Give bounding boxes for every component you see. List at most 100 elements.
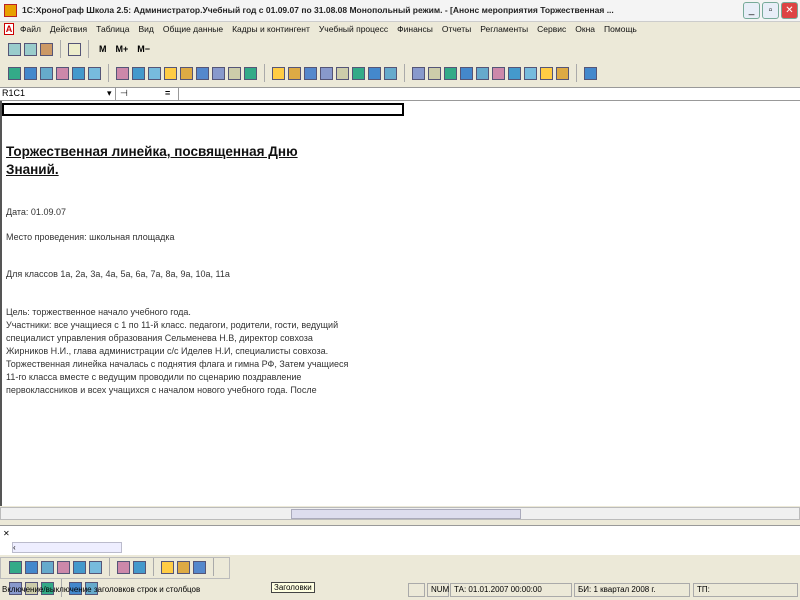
toolbar-button-icon[interactable] — [212, 66, 225, 80]
window-title: 1С:ХроноГраф Школа 2.5: Администратор.Уч… — [22, 5, 614, 15]
toolbar-button-icon[interactable] — [9, 560, 22, 574]
toolbar-button-icon[interactable] — [304, 66, 317, 80]
toolbar-button-icon[interactable] — [193, 560, 206, 574]
memory-add-button[interactable]: M+ — [116, 44, 129, 54]
minimize-button[interactable]: _ — [743, 2, 760, 19]
menu-item[interactable]: Кадры и контингент — [232, 24, 310, 34]
cell-reference: R1C1 — [2, 88, 26, 98]
menu-item[interactable]: Помощь — [604, 24, 637, 34]
toolbar-button-icon[interactable] — [584, 66, 597, 80]
toolbar-button-icon[interactable] — [161, 560, 174, 574]
menu-item[interactable]: Учебный процесс — [319, 24, 388, 34]
formula-equals: = — [165, 88, 171, 98]
toolbar-button-icon[interactable] — [72, 66, 85, 80]
formula-input[interactable] — [178, 88, 798, 100]
menu-item[interactable]: Файл — [20, 24, 41, 34]
status-bar: Включение/выключение заголовков строк и … — [0, 583, 800, 598]
status-hint: Включение/выключение заголовков строк и … — [2, 585, 201, 594]
toolbar-button-icon[interactable] — [508, 66, 521, 80]
scrollbar-thumb[interactable] — [291, 509, 521, 519]
status-num: NUM — [427, 583, 449, 597]
toolbar-button-icon[interactable] — [272, 66, 285, 80]
toolbar-button-icon[interactable] — [244, 66, 257, 80]
toolbar-button-icon[interactable] — [352, 66, 365, 80]
toolbar-button-icon[interactable] — [132, 66, 145, 80]
pin-icon[interactable]: ⊣ — [120, 88, 128, 99]
toolbar-button-icon[interactable] — [117, 560, 130, 574]
chevron-down-icon[interactable]: ▾ — [107, 88, 112, 99]
menu-bar: Файл Действия Таблица Вид Общие данные Кадры … — [0, 22, 800, 36]
toolbar-button-icon[interactable] — [320, 66, 333, 80]
toolbar-button-icon[interactable] — [540, 66, 553, 80]
event-place: Место проведения: школьная площадка — [6, 232, 175, 242]
toolbar-button-icon[interactable] — [444, 66, 457, 80]
notes-icon[interactable] — [40, 42, 53, 56]
close-button[interactable]: ✕ — [781, 2, 798, 19]
toolbar-button-icon[interactable] — [41, 560, 54, 574]
menu-item[interactable]: Отчеты — [442, 24, 471, 34]
toolbar-button-icon[interactable] — [556, 66, 569, 80]
memory-button[interactable]: M — [99, 44, 107, 54]
toolbar-button-icon[interactable] — [116, 66, 129, 80]
toolbar-button-icon[interactable] — [476, 66, 489, 80]
toolbar-button-icon[interactable] — [288, 66, 301, 80]
title-bar: 1С:ХроноГраф Школа 2.5: Администратор.Уч… — [0, 0, 800, 22]
menu-item[interactable]: Финансы — [397, 24, 433, 34]
toolbar-button-icon[interactable] — [89, 560, 102, 574]
toolbar-button-icon[interactable] — [164, 66, 177, 80]
document-heading: Торжественная линейка, посвященная Дню З… — [6, 144, 298, 177]
toolbar-button-icon[interactable] — [148, 66, 161, 80]
toolbar-button-icon[interactable] — [336, 66, 349, 80]
status-tp: ТП: — [693, 583, 798, 597]
scroll-left-icon[interactable]: ‹ — [13, 543, 16, 552]
status-ta: ТА: 01.01.2007 00:00:00 — [450, 583, 572, 597]
book-icon[interactable] — [68, 42, 81, 56]
calculator-icon[interactable] — [8, 42, 21, 56]
menu-item[interactable]: Сервис — [537, 24, 566, 34]
toolbar-button-icon[interactable] — [56, 66, 69, 80]
menu-item[interactable]: Общие данные — [163, 24, 223, 34]
toolbar-button-icon[interactable] — [460, 66, 473, 80]
lower-pane: ✕ ‹ — [0, 525, 800, 555]
calendar-icon[interactable] — [24, 42, 37, 56]
lower-scrollbar[interactable]: ‹ — [12, 542, 122, 553]
toolbar-button-icon[interactable] — [177, 560, 190, 574]
toolbar-button-icon[interactable] — [412, 66, 425, 80]
menu-item[interactable]: Регламенты — [480, 24, 528, 34]
memory-subtract-button[interactable]: M− — [137, 44, 150, 54]
toolbar-button-icon[interactable] — [428, 66, 441, 80]
toolbar-button-icon[interactable] — [384, 66, 397, 80]
toolbar-button-icon[interactable] — [524, 66, 537, 80]
menu-item[interactable]: Вид — [138, 24, 153, 34]
toolbar-button-icon[interactable] — [24, 66, 37, 80]
drawing-toolbar — [0, 557, 230, 597]
toolbar-button-icon[interactable] — [88, 66, 101, 80]
description-line: Торжественная линейка началась с подняти… — [6, 359, 349, 369]
toolbar-button-icon[interactable] — [40, 66, 53, 80]
toolbar-button-icon[interactable] — [8, 66, 21, 80]
formula-bar: R1C1 ▾ ⊣ = — [0, 87, 800, 101]
description-line: 11-го класса вместе с ведущим проводили … — [6, 372, 302, 382]
toolbar-button-icon[interactable] — [180, 66, 193, 80]
spreadsheet-document[interactable]: Торжественная линейка, посвященная Дню З… — [0, 101, 800, 506]
toolbar-button-icon[interactable] — [196, 66, 209, 80]
cell-reference-field[interactable]: R1C1 — [2, 88, 116, 100]
menu-item[interactable]: Таблица — [96, 24, 129, 34]
description-line: Цель: торжественное начало учебного года… — [6, 307, 191, 317]
menu-item[interactable]: Окна — [575, 24, 595, 34]
event-date: Дата: 01.09.07 — [6, 207, 66, 217]
toolbar-button-icon[interactable] — [57, 560, 70, 574]
toolbar-button-icon[interactable] — [492, 66, 505, 80]
maximize-button[interactable]: ▫ — [762, 2, 779, 19]
selected-cell[interactable] — [2, 103, 404, 116]
horizontal-scrollbar[interactable] — [0, 507, 800, 520]
description-line: Жирников Н.И., глава администрации с/с И… — [6, 346, 329, 356]
toolbar-button-icon[interactable] — [73, 560, 86, 574]
menu-item[interactable]: Действия — [50, 24, 87, 34]
close-icon[interactable]: ✕ — [3, 529, 10, 538]
toolbar-button-icon[interactable] — [133, 560, 146, 574]
status-bi: БИ: 1 квартал 2008 г. — [574, 583, 690, 597]
toolbar-button-icon[interactable] — [368, 66, 381, 80]
toolbar-button-icon[interactable] — [228, 66, 241, 80]
toolbar-button-icon[interactable] — [25, 560, 38, 574]
